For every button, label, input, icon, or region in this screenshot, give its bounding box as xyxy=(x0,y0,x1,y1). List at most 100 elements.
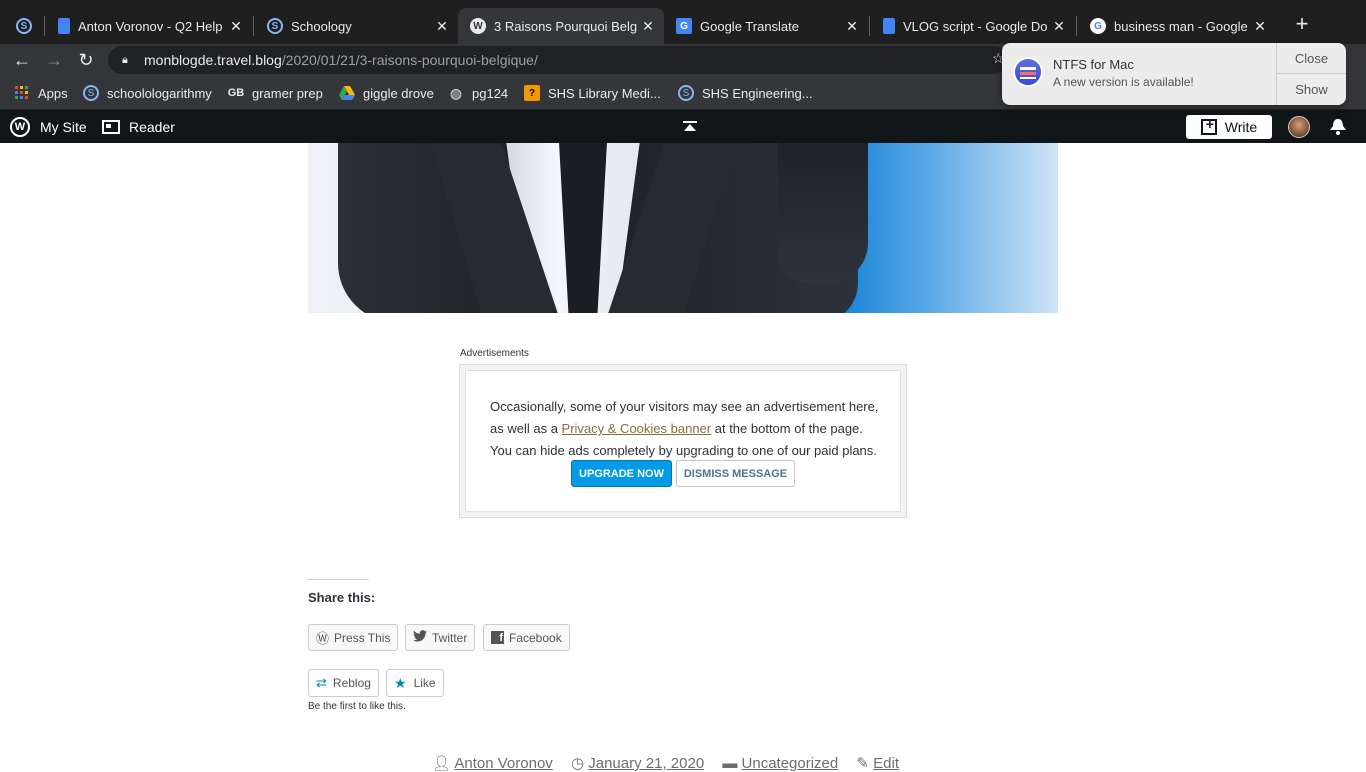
tab-title: Google Translate xyxy=(700,18,800,34)
back-arrow-icon[interactable]: ← xyxy=(10,48,34,72)
tab-separator xyxy=(1076,16,1077,36)
facebook-icon: f xyxy=(491,631,504,644)
reblog-button[interactable]: ⇄ Reblog xyxy=(308,669,379,697)
clock-icon: ◷ xyxy=(570,755,589,772)
bookmark-pg124[interactable]: ◍ pg124 xyxy=(448,85,508,101)
advertisements-label: Advertisements xyxy=(460,348,529,359)
ntfs-app-icon xyxy=(1013,57,1043,87)
notification-body: A new version is available! xyxy=(1053,75,1194,89)
ad-notice-box: Occasionally, some of your visitors may … xyxy=(459,364,907,518)
tab-anton-voronov[interactable]: Anton Voronov - Q2 Help ✕ xyxy=(46,8,252,44)
tab-google-translate[interactable]: G Google Translate ✕ xyxy=(664,8,868,44)
bookmark-shs-library[interactable]: ? SHS Library Medi... xyxy=(524,85,661,101)
notifications-bell-icon[interactable] xyxy=(1328,117,1348,137)
address-bar[interactable]: 🔒︎ monblogde.travel.blog/2020/01/21/3-ra… xyxy=(108,46,1008,74)
avatar[interactable] xyxy=(1288,116,1310,138)
close-icon[interactable]: ✕ xyxy=(638,18,658,35)
share-label: Facebook xyxy=(509,630,562,645)
bookmark-apps[interactable]: Apps xyxy=(14,85,68,101)
like-button[interactable]: ★ Like xyxy=(386,669,444,697)
post-meta: 👤︎ Anton Voronov ◷ January 21, 2020 ▬ Un… xyxy=(432,754,913,772)
author-link[interactable]: Anton Voronov xyxy=(454,755,552,772)
google-icon: G xyxy=(1090,18,1106,34)
my-site-link[interactable]: W My Site xyxy=(10,110,87,143)
ad-text-line: Occasionally, some of your visitors may … xyxy=(490,399,879,414)
close-icon[interactable]: ✕ xyxy=(432,18,452,35)
bookmark-shs-engineering[interactable]: S SHS Engineering... xyxy=(678,85,813,101)
date-link[interactable]: January 21, 2020 xyxy=(588,755,704,772)
post-edit[interactable]: ✎ Edit xyxy=(856,755,899,772)
reader-label: Reader xyxy=(129,118,175,135)
reload-icon[interactable]: ↻ xyxy=(74,48,98,72)
close-icon[interactable]: ✕ xyxy=(226,18,246,35)
write-button[interactable]: + Write xyxy=(1186,115,1272,139)
reblog-label: Reblog xyxy=(332,676,371,690)
tab-business-man[interactable]: G business man - Google S ✕ xyxy=(1078,8,1276,44)
close-icon[interactable]: ✕ xyxy=(1250,18,1270,35)
bookmark-label: pg124 xyxy=(472,85,509,101)
post-author[interactable]: 👤︎ Anton Voronov xyxy=(432,755,553,772)
post-category[interactable]: ▬ Uncategorized xyxy=(722,755,838,772)
bookmark-giggle-drove[interactable]: giggle drove xyxy=(339,85,434,101)
edit-link[interactable]: Edit xyxy=(873,755,899,772)
google-docs-icon xyxy=(883,18,895,34)
url-path: /2020/01/21/3-raisons-pourquoi-belgique/ xyxy=(281,52,538,68)
tab-vlog-script[interactable]: VLOG script - Google Do ✕ xyxy=(871,8,1075,44)
hand-shape xyxy=(778,143,868,283)
facebook-share-button[interactable]: f Facebook xyxy=(483,624,570,651)
reader-link[interactable]: Reader xyxy=(102,110,175,143)
tab-title: 3 Raisons Pourquoi Belgi xyxy=(494,18,638,34)
tab-schoology[interactable]: S Schoology ✕ xyxy=(255,8,458,44)
bookmark-label: giggle drove xyxy=(363,85,434,101)
close-icon[interactable]: ✕ xyxy=(1049,18,1069,35)
new-tab-button[interactable]: + xyxy=(1290,12,1314,36)
star-icon: ★ xyxy=(394,674,407,691)
schoology-icon: S xyxy=(267,18,283,34)
tab-title: business man - Google S xyxy=(1114,18,1250,34)
share-label: Press This xyxy=(334,630,391,645)
google-drive-icon xyxy=(339,85,355,101)
tab-title: VLOG script - Google Do xyxy=(903,18,1048,34)
bookmark-gramer-prep[interactable]: GB gramer prep xyxy=(228,85,323,101)
ntfs-notification: NTFS for Mac A new version is available!… xyxy=(1002,43,1346,105)
lock-icon: 🔒︎ xyxy=(122,53,128,66)
tab-pinned-schoology[interactable]: S xyxy=(4,8,42,44)
apps-grid-icon xyxy=(14,85,30,101)
bookmark-label: SHS Library Medi... xyxy=(548,85,661,101)
write-label: Write xyxy=(1224,119,1258,135)
press-this-button[interactable]: Ⓦ Press This xyxy=(308,624,399,651)
scroll-to-top-icon[interactable] xyxy=(682,110,698,143)
user-icon: 👤︎ xyxy=(432,755,455,772)
dismiss-message-button[interactable]: DISMISS MESSAGE xyxy=(676,460,795,487)
bookmark-label: SHS Engineering... xyxy=(702,85,813,101)
category-link[interactable]: Uncategorized xyxy=(742,755,839,772)
close-icon[interactable]: ✕ xyxy=(842,18,862,35)
bookmark-label: gramer prep xyxy=(252,85,323,101)
twitter-share-button[interactable]: Twitter xyxy=(405,624,476,651)
post-date[interactable]: ◷ January 21, 2020 xyxy=(571,755,704,772)
ad-text: at the bottom of the page. xyxy=(711,421,863,436)
tab-separator xyxy=(869,16,870,36)
reader-icon xyxy=(102,119,120,134)
forward-arrow-icon[interactable]: → xyxy=(42,48,66,72)
url-host: monblogde.travel.blog xyxy=(144,52,282,68)
my-site-label: My Site xyxy=(40,118,87,135)
google-docs-icon xyxy=(58,18,70,34)
notification-show-button[interactable]: Show xyxy=(1277,74,1346,105)
like-label: Like xyxy=(413,676,436,690)
bookmark-schoolologarithmy[interactable]: S schoolologarithmy xyxy=(83,85,212,101)
google-translate-icon: G xyxy=(676,18,692,34)
upgrade-now-button[interactable]: UPGRADE NOW xyxy=(571,460,672,487)
tab-separator xyxy=(253,16,254,36)
privacy-cookies-link[interactable]: Privacy & Cookies banner xyxy=(562,421,712,436)
ad-text: as well as a xyxy=(490,421,562,436)
url-text: monblogde.travel.blog/2020/01/21/3-raiso… xyxy=(144,52,538,68)
gb-icon: GB xyxy=(227,87,245,99)
notification-close-button[interactable]: Close xyxy=(1277,43,1346,74)
ad-notice-content: Occasionally, some of your visitors may … xyxy=(465,370,901,512)
divider xyxy=(308,579,369,580)
tab-3-raisons[interactable]: W 3 Raisons Pourquoi Belgi ✕ xyxy=(458,8,664,44)
write-icon: + xyxy=(1200,117,1217,135)
tab-separator xyxy=(44,16,45,36)
tab-title: Schoology xyxy=(291,18,352,34)
